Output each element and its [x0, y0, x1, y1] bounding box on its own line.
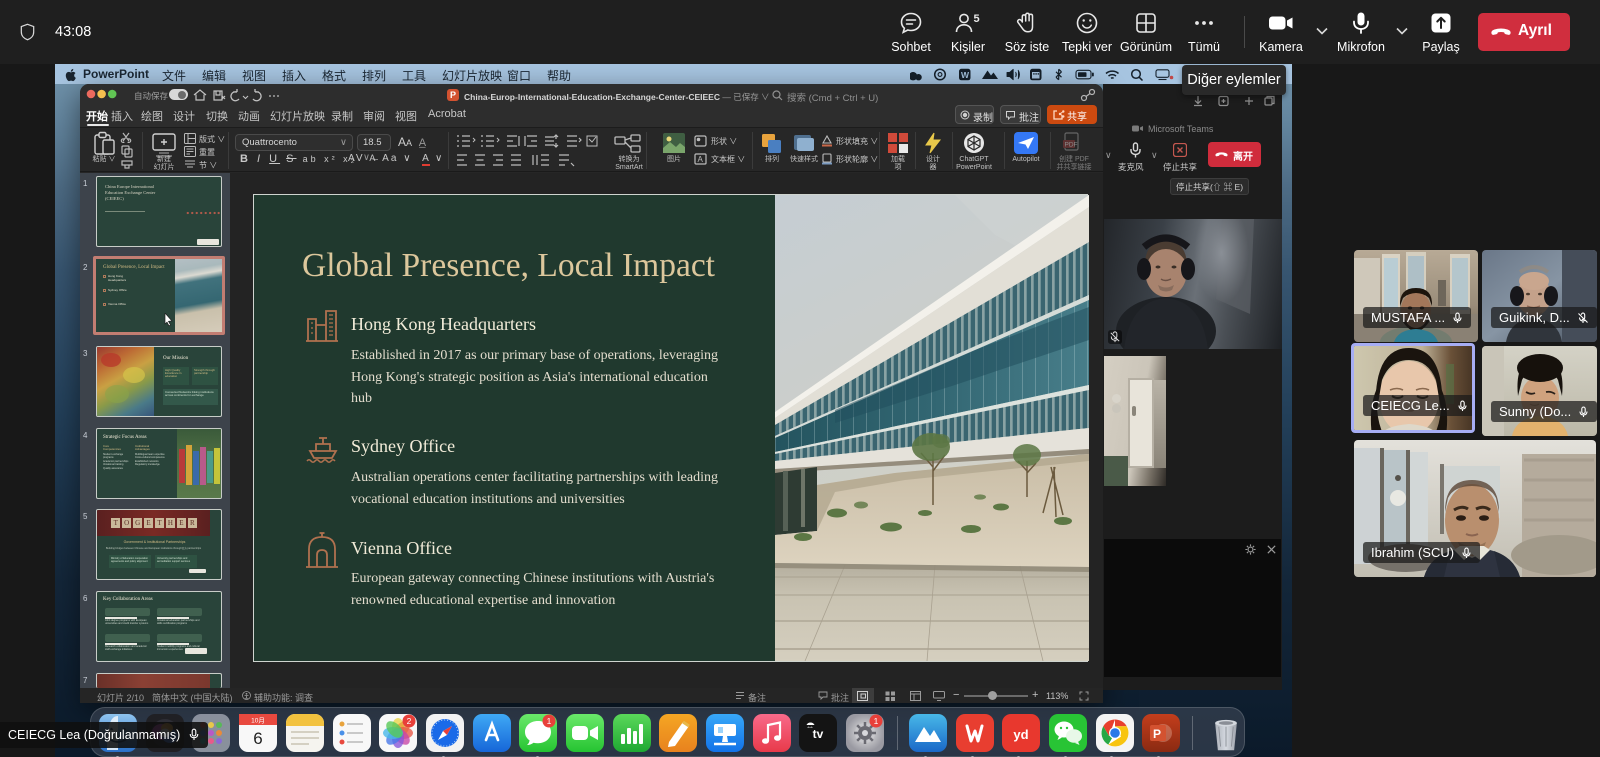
svg-text:PDF: PDF [1065, 142, 1078, 149]
svg-text:yd: yd [1013, 727, 1028, 742]
svg-text:2: 2 [407, 716, 412, 726]
svg-text:tv: tv [813, 727, 824, 741]
svg-text:W: W [961, 70, 970, 80]
svg-text:A: A [698, 155, 704, 164]
svg-text:P: P [1153, 727, 1161, 741]
svg-text:5: 5 [974, 13, 980, 25]
svg-text:1: 1 [874, 716, 879, 726]
svg-text:6: 6 [253, 729, 262, 748]
svg-text:10月: 10月 [251, 717, 265, 725]
svg-text:1: 1 [547, 716, 552, 726]
